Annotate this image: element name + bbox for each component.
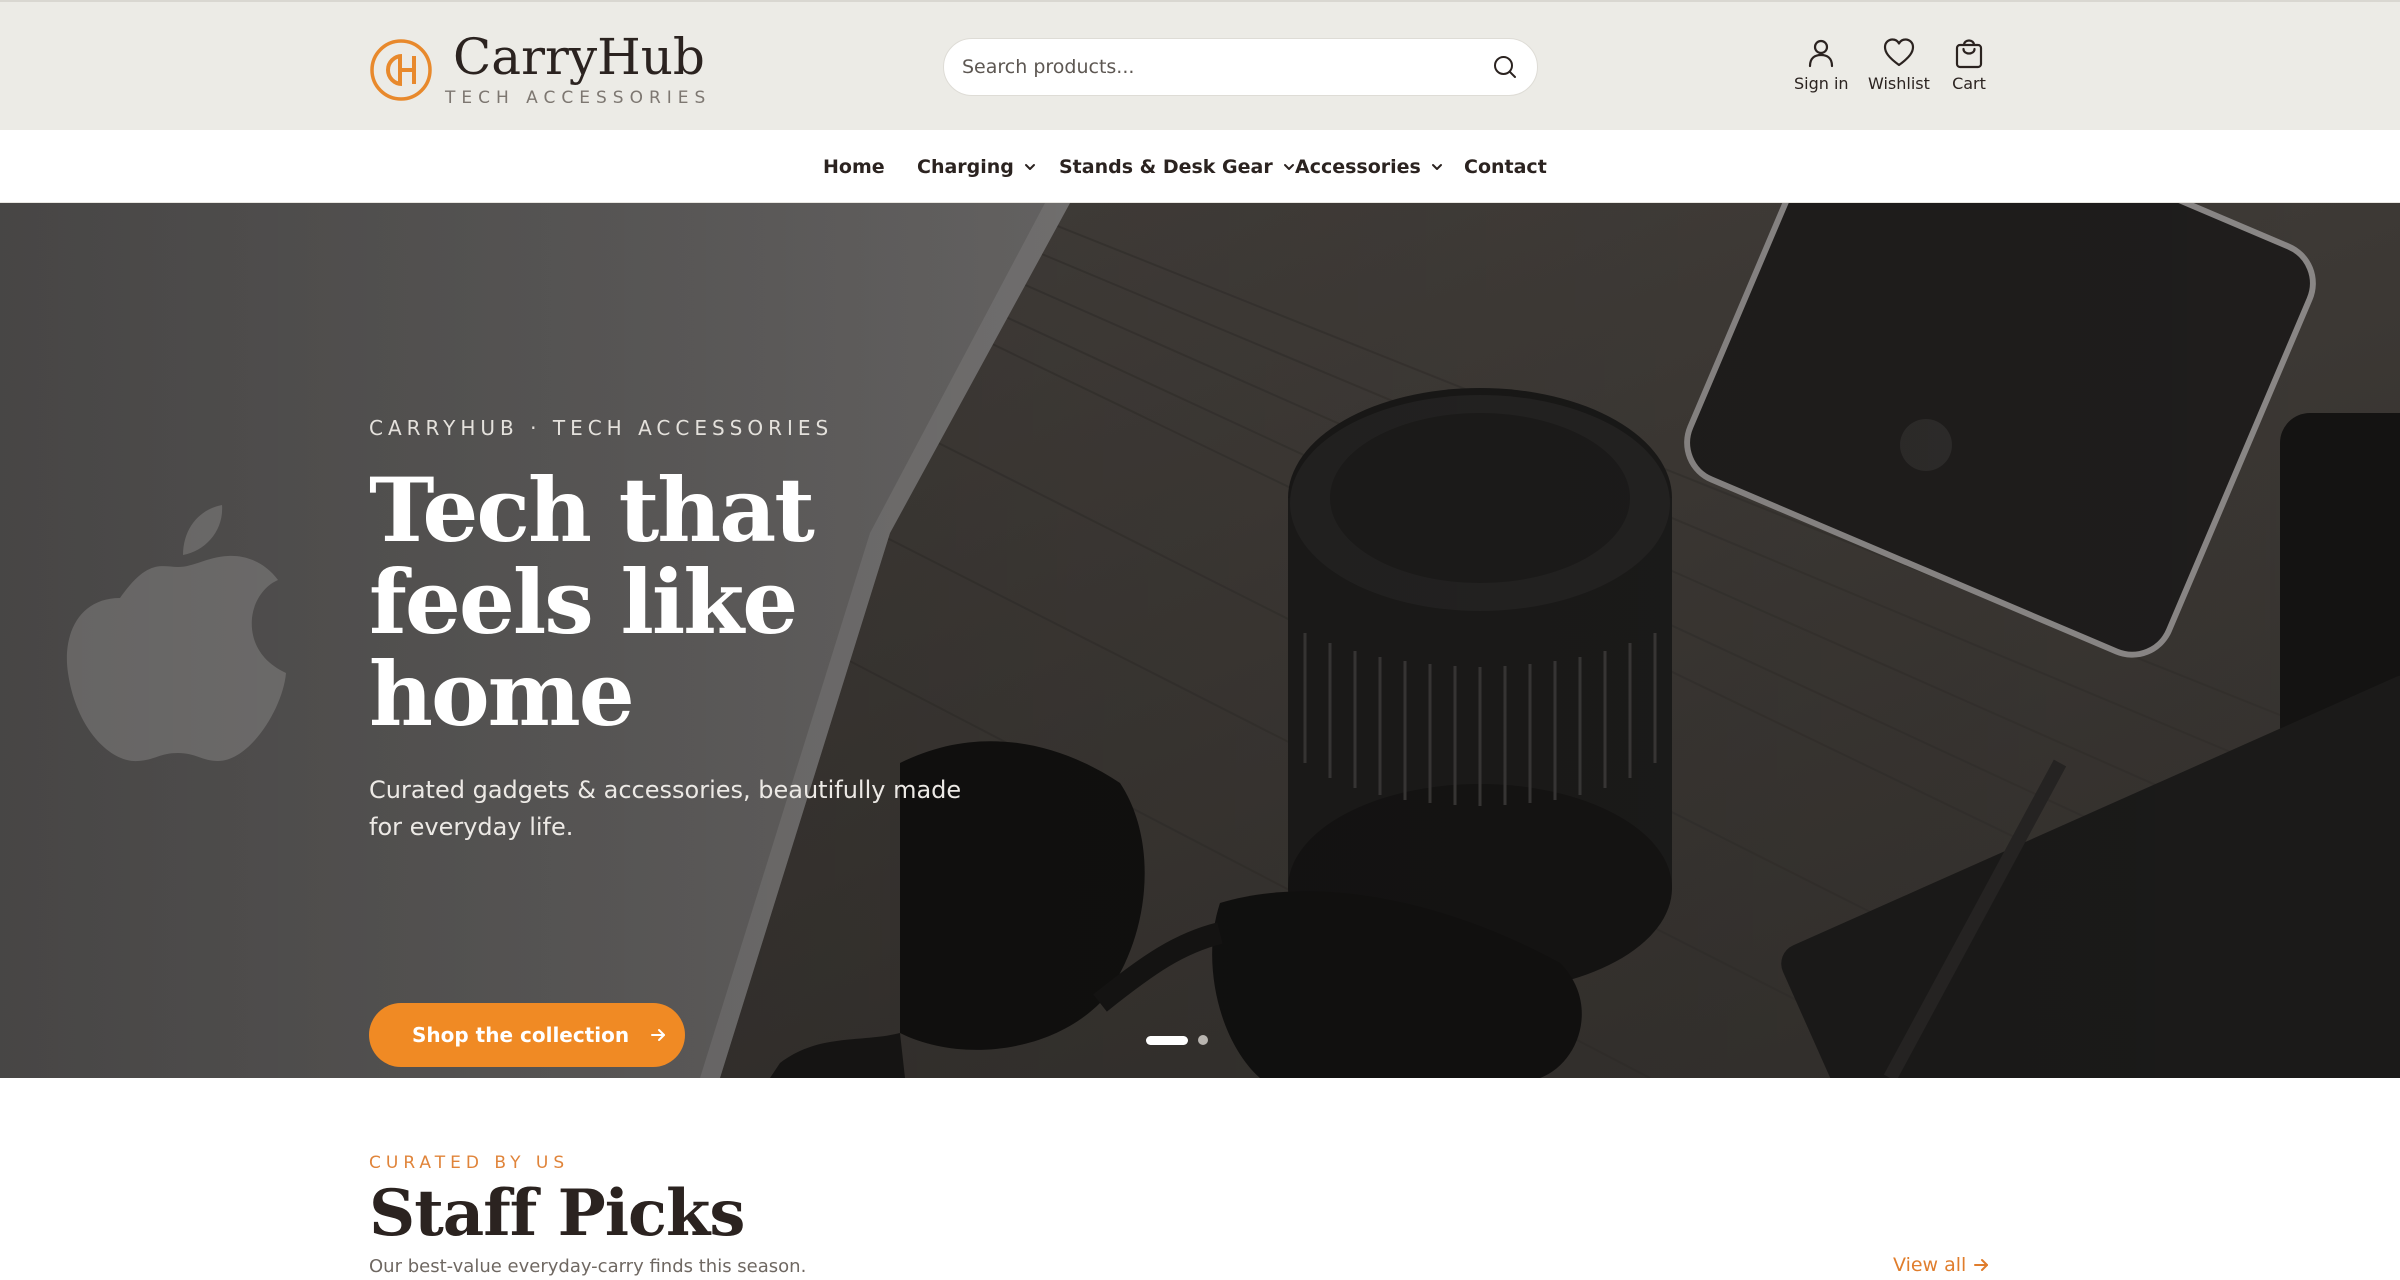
heart-icon <box>1883 38 1915 67</box>
wishlist-button[interactable]: Wishlist <box>1868 36 1930 93</box>
view-all-link[interactable]: View all <box>1893 1254 1990 1276</box>
hero-title: Tech that feels like home <box>369 458 815 746</box>
section-eyebrow: CURATED BY US <box>369 1153 570 1173</box>
search-input[interactable] <box>962 56 1491 78</box>
carousel-dot-1[interactable] <box>1146 1035 1188 1045</box>
brand-logo-link[interactable]: CarryHub TECH ACCESSORIES <box>369 30 711 110</box>
nav-item-label: Accessories <box>1295 155 1421 178</box>
main-navigation: Home Charging Stands & Desk Gear Accesso… <box>0 130 2400 203</box>
arrow-right-icon <box>651 1029 666 1041</box>
shopping-bag-icon <box>1955 39 1983 69</box>
carousel-indicators <box>1146 1035 1208 1045</box>
shop-the-collection-button[interactable]: Shop the collection <box>369 1003 685 1067</box>
cta-label: Shop the collection <box>412 1023 630 1047</box>
user-icon <box>1809 39 1834 68</box>
cart-label: Cart <box>1952 74 1986 93</box>
hero-content: CARRYHUB · TECH ACCESSORIES Tech that fe… <box>369 416 1069 1067</box>
staff-picks-section: CURATED BY US Staff Picks Our best-value… <box>0 1078 2400 1280</box>
nav-item-label: Stands & Desk Gear <box>1059 155 1273 178</box>
nav-item-accessories[interactable]: Accessories <box>1295 130 1445 203</box>
section-title: Staff Picks <box>369 1176 745 1251</box>
sign-in-button[interactable]: Sign in <box>1794 36 1849 93</box>
nav-item-contact[interactable]: Contact <box>1464 130 1547 203</box>
nav-item-label: Charging <box>917 155 1014 178</box>
nav-item-charging[interactable]: Charging <box>917 130 1038 203</box>
brand-name: CarryHub <box>453 28 705 86</box>
site-header: CarryHub TECH ACCESSORIES Sign in Wishli… <box>0 0 2400 130</box>
sign-in-label: Sign in <box>1794 74 1849 93</box>
nav-item-label: Contact <box>1464 155 1547 178</box>
hero-eyebrow: CARRYHUB · TECH ACCESSORIES <box>369 416 834 440</box>
nav-item-stands-desk-gear[interactable]: Stands & Desk Gear <box>1059 130 1297 203</box>
cart-button[interactable]: Cart <box>1952 36 1986 93</box>
brand-tagline: TECH ACCESSORIES <box>445 88 712 108</box>
search-icon[interactable] <box>1491 53 1519 81</box>
wishlist-label: Wishlist <box>1868 74 1930 93</box>
search-bar <box>943 38 1538 96</box>
view-all-label: View all <box>1893 1254 1967 1276</box>
hero-subtitle: Curated gadgets & accessories, beautiful… <box>369 776 962 841</box>
ch-monogram-logo-icon <box>370 39 432 101</box>
section-subtitle: Our best-value everyday-carry finds this… <box>369 1256 807 1277</box>
nav-item-home[interactable]: Home <box>823 130 885 203</box>
chevron-down-icon <box>1431 163 1442 170</box>
hero-banner: CARRYHUB · TECH ACCESSORIES Tech that fe… <box>0 203 2400 1078</box>
arrow-right-icon <box>1974 1259 1989 1271</box>
chevron-down-icon <box>1024 163 1035 170</box>
hero-background-image <box>0 203 2400 1078</box>
nav-item-label: Home <box>823 155 885 178</box>
carousel-dot-2[interactable] <box>1198 1035 1208 1045</box>
